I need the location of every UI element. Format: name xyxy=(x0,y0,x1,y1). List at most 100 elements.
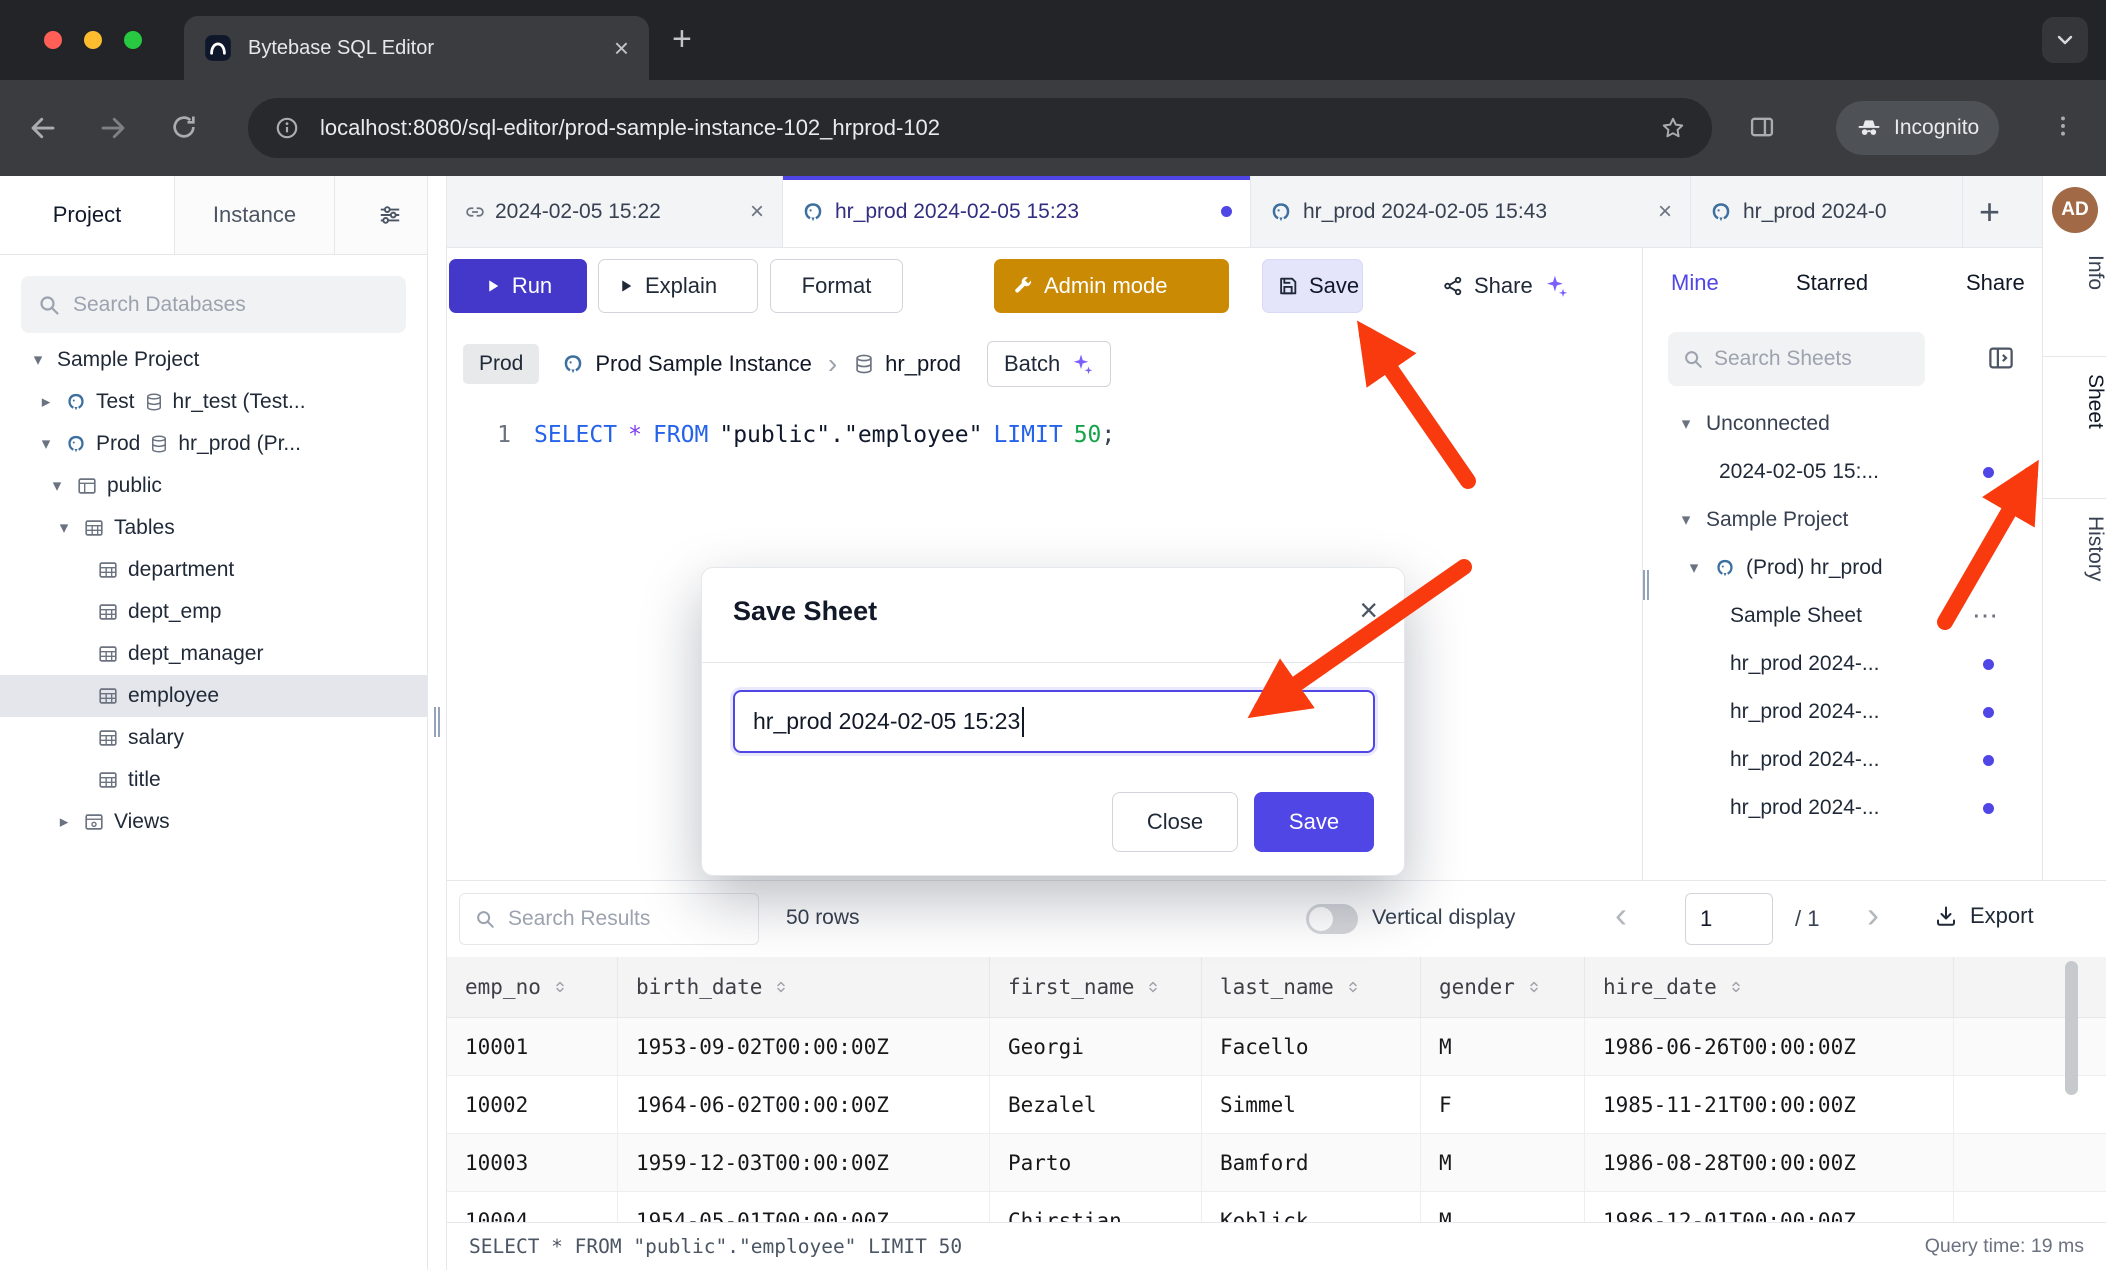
sheet-item[interactable]: 2024-02-05 15:... xyxy=(1650,448,2042,496)
sort-icon[interactable] xyxy=(772,978,790,996)
column-header[interactable]: emp_no xyxy=(447,957,618,1017)
sort-icon[interactable] xyxy=(1727,978,1745,996)
tab-shared[interactable]: Share xyxy=(1966,270,2025,296)
explain-button[interactable]: Explain xyxy=(598,259,758,313)
export-button[interactable]: Export xyxy=(1934,903,2034,929)
sort-icon[interactable] xyxy=(1344,978,1362,996)
table-row[interactable]: 10001 1953-09-02T00:00:00Z Georgi Facell… xyxy=(447,1018,2106,1076)
close-window-button[interactable] xyxy=(44,31,62,49)
site-info-icon[interactable] xyxy=(274,115,300,141)
tree-item-table-employee-selected[interactable]: employee xyxy=(0,675,427,717)
resizer-grip[interactable] xyxy=(1643,570,1649,600)
tab-mine[interactable]: Mine xyxy=(1671,270,1719,296)
tree-item-instance-test[interactable]: ▸ Test hr_test (Test... xyxy=(0,381,427,423)
tab-instance[interactable]: Instance xyxy=(175,176,335,254)
chevron-down-icon[interactable]: ▾ xyxy=(1684,558,1704,578)
close-dialog-icon[interactable]: × xyxy=(1359,592,1378,629)
table-row[interactable]: 10002 1964-06-02T00:00:00Z Bezalel Simme… xyxy=(447,1076,2106,1134)
previous-page-icon[interactable]: ‹ xyxy=(1615,894,1627,936)
sql-editor-line[interactable]: 1 SELECT * FROM "public"."employee" LIMI… xyxy=(447,413,1115,457)
maximize-window-button[interactable] xyxy=(124,31,142,49)
sheet-item[interactable]: Sample Sheet ⋯ xyxy=(1650,592,2042,640)
tab-project[interactable]: Project xyxy=(0,176,175,254)
url-text[interactable]: localhost:8080/sql-editor/prod-sample-in… xyxy=(320,115,1640,141)
column-header[interactable]: first_name xyxy=(990,957,1202,1017)
side-panel-icon[interactable] xyxy=(1748,113,1776,141)
tree-item-views[interactable]: ▸ Views xyxy=(0,801,427,843)
tree-item-tables[interactable]: ▾ Tables xyxy=(0,507,427,549)
rail-tab-history[interactable]: History xyxy=(2043,516,2106,581)
editor-tab-4[interactable]: hr_prod 2024-0 xyxy=(1691,176,1963,247)
tree-item-instance-prod[interactable]: ▾ Prod hr_prod (Pr... xyxy=(0,423,427,465)
tree-item-table-dept-manager[interactable]: dept_manager xyxy=(0,633,427,675)
sort-icon[interactable] xyxy=(551,978,569,996)
results-scrollbar[interactable] xyxy=(2065,961,2078,1095)
tree-item-table-department[interactable]: department xyxy=(0,549,427,591)
chevron-down-icon[interactable]: ▾ xyxy=(1676,414,1696,434)
tree-item-table-salary[interactable]: salary xyxy=(0,717,427,759)
rail-tab-sheet[interactable]: Sheet xyxy=(2043,374,2106,429)
format-button[interactable]: Format xyxy=(770,259,903,313)
collapse-panel-icon[interactable] xyxy=(1986,343,2016,373)
chevron-down-icon[interactable]: ▾ xyxy=(36,434,56,454)
column-header[interactable]: hire_date xyxy=(1585,957,1954,1017)
editor-tab-3[interactable]: hr_prod 2024-02-05 15:43 × xyxy=(1251,176,1691,247)
page-number-input[interactable] xyxy=(1685,893,1773,945)
forward-icon[interactable] xyxy=(98,113,128,143)
chevron-right-icon[interactable]: ▸ xyxy=(54,812,74,832)
chevron-right-icon[interactable]: ▸ xyxy=(36,392,56,412)
tab-starred[interactable]: Starred xyxy=(1796,270,1868,296)
next-page-icon[interactable]: › xyxy=(1867,894,1879,936)
more-options-icon[interactable]: ⋯ xyxy=(1972,600,1998,631)
search-sheets-input[interactable] xyxy=(1714,347,1911,371)
column-header[interactable]: gender xyxy=(1421,957,1585,1017)
save-button[interactable]: Save xyxy=(1262,259,1363,313)
column-header[interactable]: birth_date xyxy=(618,957,990,1017)
batch-button[interactable]: Batch xyxy=(987,341,1111,387)
address-bar[interactable]: localhost:8080/sql-editor/prod-sample-in… xyxy=(248,98,1712,158)
rail-tab-info[interactable]: Info xyxy=(2043,255,2106,290)
sheet-item[interactable]: hr_prod 2024-... xyxy=(1650,736,2042,784)
sheet-connection[interactable]: ▾ (Prod) hr_prod xyxy=(1650,544,2042,592)
database-name[interactable]: hr_prod xyxy=(885,351,961,377)
avatar[interactable]: AD xyxy=(2052,187,2098,233)
browser-tab[interactable]: Bytebase SQL Editor × xyxy=(184,16,649,80)
table-row[interactable]: 10004 1954-05-01T00:00:00Z Chirstian Kob… xyxy=(447,1192,2106,1222)
sheet-item[interactable]: hr_prod 2024-... xyxy=(1650,688,2042,736)
table-row[interactable]: 10003 1959-12-03T00:00:00Z Parto Bamford… xyxy=(447,1134,2106,1192)
tree-item-schema-public[interactable]: ▾ public xyxy=(0,465,427,507)
sort-icon[interactable] xyxy=(1525,978,1543,996)
close-tab-icon[interactable]: × xyxy=(614,35,629,61)
run-button[interactable]: Run xyxy=(449,259,587,313)
sidebar-resizer[interactable] xyxy=(427,176,447,1270)
sheet-group-sample-project[interactable]: ▾ Sample Project xyxy=(1650,496,2042,544)
close-tab-icon[interactable]: × xyxy=(750,200,764,224)
editor-tab-1[interactable]: 2024-02-05 15:22 × xyxy=(447,176,783,247)
browser-menu-icon[interactable] xyxy=(2050,113,2076,139)
chevron-down-icon[interactable]: ▾ xyxy=(54,518,74,538)
minimize-window-button[interactable] xyxy=(84,31,102,49)
chevron-down-icon[interactable]: ▾ xyxy=(1676,510,1696,530)
reload-icon[interactable] xyxy=(170,113,198,141)
bookmark-star-icon[interactable] xyxy=(1660,115,1686,141)
tree-item-sample-project[interactable]: ▾ Sample Project xyxy=(0,339,427,381)
vertical-display-toggle[interactable] xyxy=(1306,904,1358,934)
close-button[interactable]: Close xyxy=(1112,792,1238,852)
panel-resizer[interactable] xyxy=(1642,248,1650,880)
search-results-input[interactable] xyxy=(508,907,779,931)
chevron-down-icon[interactable]: ▾ xyxy=(47,476,67,496)
filter-settings-icon[interactable] xyxy=(377,202,403,228)
environment-chip[interactable]: Prod xyxy=(463,344,539,384)
share-button[interactable]: Share xyxy=(1424,259,1587,313)
dialog-save-button[interactable]: Save xyxy=(1254,792,1374,852)
search-databases-input[interactable] xyxy=(73,293,390,317)
sheet-item[interactable]: hr_prod 2024-... xyxy=(1650,640,2042,688)
admin-mode-button[interactable]: Admin mode xyxy=(994,259,1229,313)
new-query-tab-button[interactable]: + xyxy=(1979,191,2000,233)
new-tab-button[interactable]: + xyxy=(672,20,692,59)
editor-tab-2-active[interactable]: hr_prod 2024-02-05 15:23 xyxy=(783,176,1251,247)
chevron-down-icon[interactable]: ▾ xyxy=(28,350,48,370)
sheet-name-input[interactable]: hr_prod 2024-02-05 15:23 xyxy=(733,690,1375,753)
sort-icon[interactable] xyxy=(1144,978,1162,996)
sheet-group-unconnected[interactable]: ▾ Unconnected xyxy=(1650,400,2042,448)
